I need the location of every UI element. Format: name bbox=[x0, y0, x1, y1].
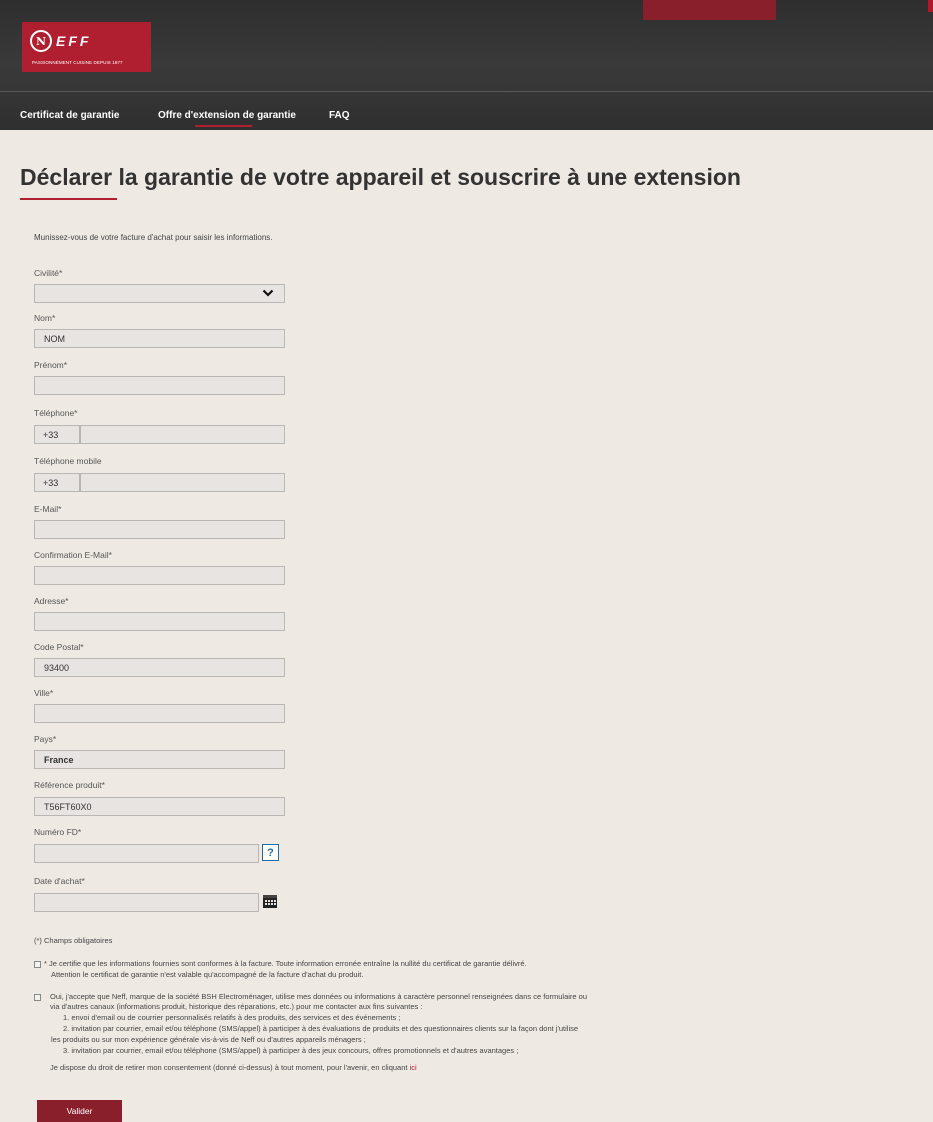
adresse-label: Adresse* bbox=[34, 596, 69, 606]
logo-mark: N bbox=[30, 30, 52, 52]
nav-certificat[interactable]: Certificat de garantie bbox=[20, 110, 119, 121]
ville-input[interactable] bbox=[34, 704, 285, 723]
certify-checkbox[interactable] bbox=[34, 961, 41, 968]
prenom-label: Prénom* bbox=[34, 360, 68, 370]
nav-active-indicator bbox=[195, 125, 252, 127]
code-postal-input[interactable]: 93400 bbox=[34, 658, 285, 677]
title-underline bbox=[20, 198, 117, 200]
neff-logo[interactable]: N EFF PASSIONNÉMENT CUISINE DEPUIS 1877 bbox=[22, 22, 151, 72]
code-postal-label: Code Postal* bbox=[34, 642, 84, 652]
numero-fd-label: Numéro FD* bbox=[34, 827, 82, 837]
logo-name: EFF bbox=[56, 33, 92, 49]
ville-label: Ville* bbox=[34, 688, 54, 698]
mobile-prefix[interactable]: +33 bbox=[34, 473, 80, 492]
date-achat-label: Date d'achat* bbox=[34, 876, 85, 886]
nom-label: Nom* bbox=[34, 313, 56, 323]
nom-input[interactable]: NOM bbox=[34, 329, 285, 348]
consent-text-6: 3. invitation par courrier, email et/ou … bbox=[63, 1046, 519, 1055]
page-title: Déclarer la garantie de votre appareil e… bbox=[20, 164, 741, 190]
email-confirm-input[interactable] bbox=[34, 566, 285, 585]
mobile-input[interactable] bbox=[80, 473, 285, 492]
certify-text-1: * Je certifie que les informations fourn… bbox=[44, 959, 527, 968]
civilite-label: Civilité* bbox=[34, 268, 63, 278]
consent-text-3: 1. envoi d'email ou de courrier personna… bbox=[63, 1013, 401, 1022]
consent-text-5: les produits ou sur mon expérience génér… bbox=[51, 1035, 366, 1044]
pays-input[interactable]: France bbox=[34, 750, 285, 769]
edge-accent bbox=[928, 0, 933, 12]
telephone-label: Téléphone* bbox=[34, 408, 78, 418]
consent-text-2: via d'autres canaux (informations produi… bbox=[50, 1002, 423, 1011]
nav-divider bbox=[0, 91, 933, 92]
logo-tagline: PASSIONNÉMENT CUISINE DEPUIS 1877 bbox=[32, 60, 123, 65]
telephone-input[interactable] bbox=[80, 425, 285, 444]
certify-text-2: Attention le certificat de garantie n'es… bbox=[51, 970, 364, 979]
email-label: E-Mail* bbox=[34, 504, 62, 514]
reference-input[interactable]: T56FT60X0 bbox=[34, 797, 285, 816]
withdraw-text: Je dispose du droit de retirer mon conse… bbox=[50, 1063, 408, 1072]
adresse-input[interactable] bbox=[34, 612, 285, 631]
submit-button[interactable]: Valider bbox=[37, 1100, 122, 1122]
date-achat-input[interactable] bbox=[34, 893, 259, 912]
calendar-icon[interactable] bbox=[262, 893, 278, 909]
pays-label: Pays* bbox=[34, 734, 57, 744]
mobile-label: Téléphone mobile bbox=[34, 456, 102, 466]
telephone-prefix[interactable]: +33 bbox=[34, 425, 80, 444]
nav-offre-extension[interactable]: Offre d'extension de garantie bbox=[158, 110, 296, 121]
consent-checkbox[interactable] bbox=[34, 994, 41, 1001]
intro-text: Munissez-vous de votre facture d'achat p… bbox=[34, 233, 273, 242]
consent-text-1: Oui, j'accepte que Neff, marque de la so… bbox=[50, 992, 588, 1001]
chevron-down-icon bbox=[262, 289, 274, 297]
withdraw-link[interactable]: ici bbox=[410, 1063, 417, 1072]
required-note: (*) Champs obligatoires bbox=[34, 936, 113, 945]
civilite-select[interactable] bbox=[34, 284, 285, 303]
numero-fd-input[interactable] bbox=[34, 844, 259, 863]
nav-faq[interactable]: FAQ bbox=[329, 110, 350, 121]
top-account-tab[interactable] bbox=[643, 0, 776, 20]
email-input[interactable] bbox=[34, 520, 285, 539]
prenom-input[interactable] bbox=[34, 376, 285, 395]
withdraw-line: Je dispose du droit de retirer mon conse… bbox=[50, 1063, 417, 1072]
reference-label: Référence produit* bbox=[34, 780, 105, 790]
email-confirm-label: Confirmation E-Mail* bbox=[34, 550, 112, 560]
consent-text-4: 2. invitation par courrier, email et/ou … bbox=[63, 1024, 579, 1033]
help-button[interactable]: ? bbox=[262, 844, 279, 861]
